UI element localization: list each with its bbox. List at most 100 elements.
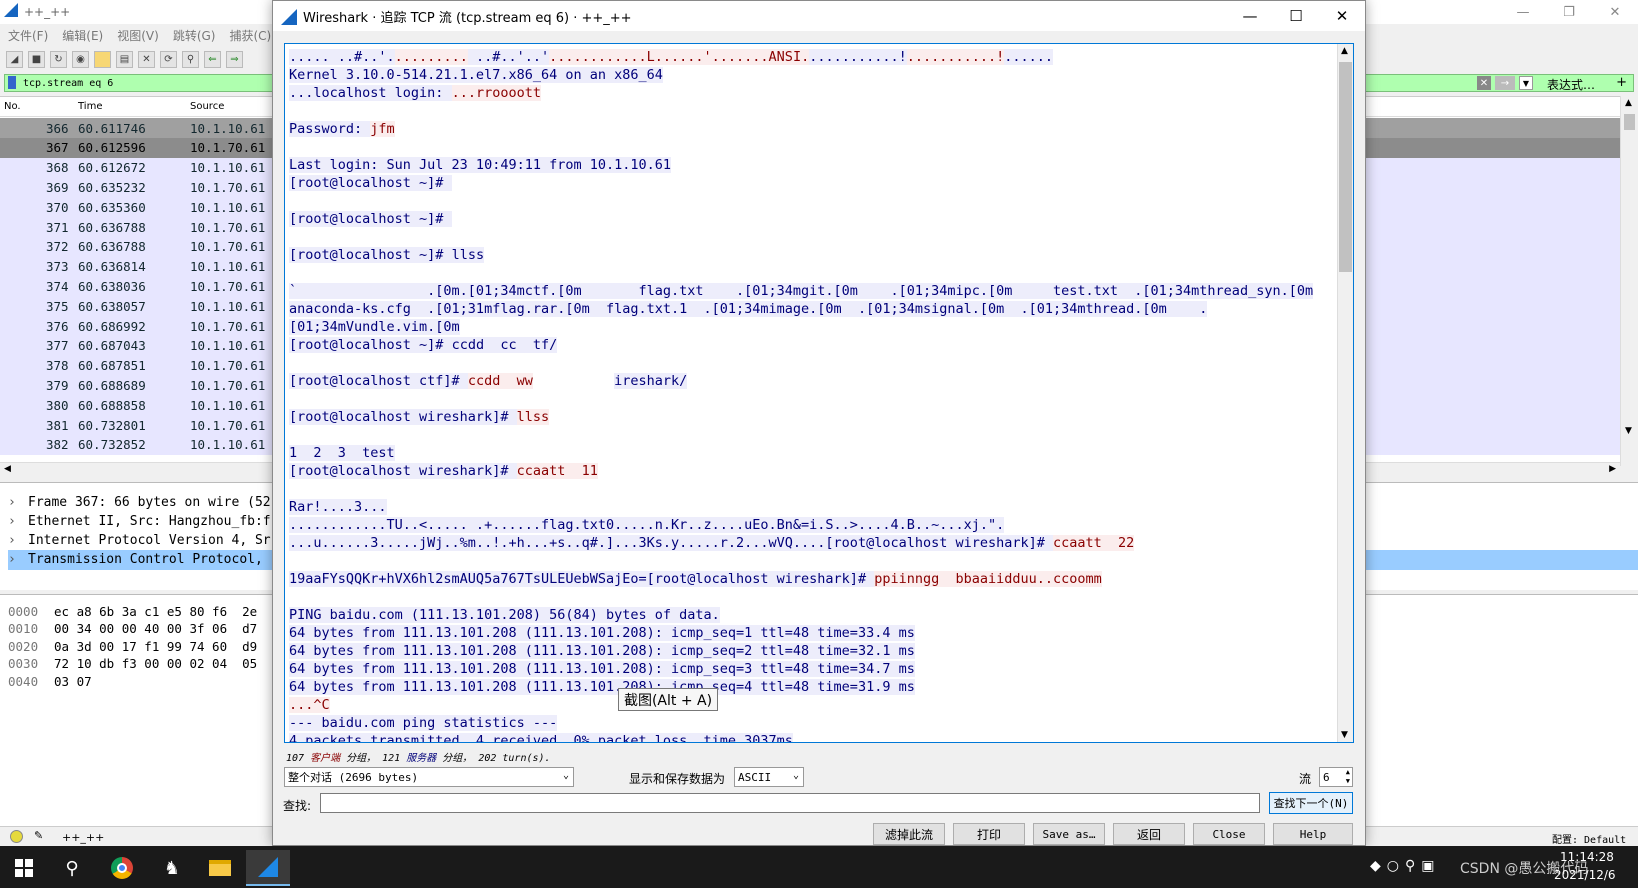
bytes-hex[interactable]: ec a8 6b 3a c1 e5 80 f6 2e (54, 604, 257, 619)
detail-text: Ethernet II, Src: Hangzhou_fb:f (28, 513, 271, 529)
clock-time[interactable]: 11:14:28 (1560, 850, 1614, 864)
stream-number-label: 流 (1299, 772, 1312, 786)
packet-no: 369 (46, 179, 69, 195)
go-back-icon[interactable]: ⇐ (204, 50, 221, 68)
tray-icons[interactable]: ◆○⚲▣ (1370, 858, 1440, 874)
server-segment: anaconda-ks.cfg .[01;31mflag.rar.[0m fla… (289, 301, 1208, 317)
apply-filter-icon[interactable]: → (1495, 76, 1515, 90)
stream-vscroll[interactable]: ▲ ▼ (1337, 44, 1353, 742)
expand-arrow-icon[interactable]: › (8, 514, 22, 529)
expert-info-icon[interactable] (10, 830, 23, 843)
packet-source: 10.1.10.61 (190, 199, 266, 215)
restart-capture-icon[interactable]: ↻ (50, 50, 67, 68)
save-as-button[interactable]: Save as… (1033, 823, 1105, 845)
stream-line: ..... ..#..'.......... ..#..'..'........… (289, 48, 1329, 66)
stream-content-area[interactable]: ..... ..#..'.......... ..#..'..'........… (284, 43, 1354, 743)
expand-arrow-icon[interactable]: › (8, 552, 22, 567)
packet-no: 379 (46, 377, 69, 393)
main-restore-button[interactable]: ❐ (1546, 0, 1592, 24)
packet-no: 367 (46, 140, 69, 156)
packet-no: 366 (46, 120, 69, 136)
find-packet-icon[interactable]: ⚲ (182, 50, 199, 68)
spin-arrows-icon[interactable]: ▲ ▼ (1346, 768, 1350, 786)
stream-line: 19aaFYsQQKr+hVX6hl2smAUQ5a767TsULEUebWSa… (289, 570, 1329, 588)
main-close-button[interactable]: ✕ (1592, 0, 1638, 24)
server-segment: Password: (289, 121, 371, 137)
reload-file-icon[interactable]: ⟳ (160, 50, 177, 68)
server-segment: 64 bytes from 111.13.101.208 (111.13.101… (289, 679, 915, 695)
detail-tree-item[interactable]: › Frame 367: 66 bytes on wire (52 (8, 492, 271, 512)
dialog-minimize-button[interactable]: — (1227, 1, 1273, 31)
filter-expression-button[interactable]: 表达式… (1547, 76, 1595, 93)
packet-time: 60.612596 (78, 140, 146, 156)
status-config[interactable]: 配置: Default (1552, 831, 1626, 846)
dialog-close-button[interactable]: ✕ (1319, 1, 1365, 31)
packet-list-vscroll[interactable]: ▲ ▼ (1620, 96, 1638, 466)
wireshark-taskbar-icon[interactable] (246, 850, 290, 886)
menu-view[interactable]: 视图(V) (117, 27, 159, 44)
chevron-down-icon: ⌄ (562, 770, 569, 781)
add-filter-button[interactable]: + (1616, 75, 1627, 90)
dialog-maximize-button[interactable]: ☐ (1273, 1, 1319, 31)
stop-capture-icon[interactable]: ■ (28, 50, 45, 68)
server-segment: [root@localhost wireshark]# (289, 463, 517, 479)
bytes-hex[interactable]: 00 34 00 00 40 00 3f 06 d7 (54, 621, 257, 636)
filter-out-stream-button[interactable]: 滤掉此流 (873, 823, 945, 845)
conversation-select[interactable]: 整个对话 (2696 bytes) ⌄ (284, 767, 574, 787)
menu-file[interactable]: 文件(F) (8, 27, 48, 44)
filter-history-icon[interactable]: ▼ (1519, 76, 1533, 90)
capture-options-icon[interactable]: ◉ (72, 50, 89, 68)
server-segment: 19aaFYsQQKr+hVX6hl2smAUQ5a767TsULEUebWSa… (289, 571, 875, 587)
server-segment: 1 2 3 test (289, 445, 395, 461)
back-button[interactable]: 返回 (1113, 823, 1185, 845)
close-button[interactable]: Close (1193, 823, 1265, 845)
clear-filter-icon[interactable]: ✕ (1477, 76, 1491, 90)
menu-go[interactable]: 跳转(G) (173, 27, 216, 44)
stream-line: 1 2 3 test (289, 444, 1329, 462)
detail-tree-item[interactable]: › Internet Protocol Version 4, Sr (8, 530, 271, 550)
col-source-header[interactable]: Source (190, 101, 224, 112)
save-file-icon[interactable]: ▤ (116, 50, 133, 68)
client-label: 客户端 (310, 753, 341, 764)
show-as-select[interactable]: ASCII ⌄ (734, 767, 804, 787)
packet-time: 60.688858 (78, 397, 146, 413)
client-segment: ...rroooott (451, 85, 541, 101)
bytes-hex[interactable]: 72 10 db f3 00 00 02 04 05 (54, 656, 257, 671)
chrome-icon[interactable] (100, 850, 144, 886)
expand-arrow-icon[interactable]: › (8, 495, 22, 510)
clock-date[interactable]: 2021/12/6 (1554, 868, 1616, 882)
display-filter-input[interactable]: tcp.stream eq 6 (23, 78, 113, 89)
col-no-header[interactable]: No. (4, 101, 21, 112)
server-segment: 64 bytes from 111.13.101.208 (111.13.101… (289, 661, 915, 677)
main-minimize-button[interactable]: — (1500, 0, 1546, 24)
bytes-hex[interactable]: 03 07 (54, 674, 92, 689)
app-icon[interactable]: ♞ (150, 850, 194, 886)
stream-text[interactable]: ..... ..#..'.......... ..#..'..'........… (289, 48, 1329, 742)
print-button[interactable]: 打印 (953, 823, 1025, 845)
stream-number-spinbox[interactable]: 6 ▲ ▼ (1319, 767, 1353, 787)
bytes-hex[interactable]: 0a 3d 00 17 f1 99 74 60 d9 (54, 639, 257, 654)
close-file-icon[interactable]: ✕ (138, 50, 155, 68)
open-file-icon[interactable] (94, 50, 111, 68)
stream-line: [root@localhost ~]# (289, 174, 1329, 192)
capture-comment-icon[interactable]: ✎ (34, 829, 43, 842)
menu-capture[interactable]: 捕获(C) (229, 27, 271, 44)
detail-tree-item[interactable]: › Ethernet II, Src: Hangzhou_fb:f (8, 511, 271, 531)
stream-line: Rar!....3... (289, 498, 1329, 516)
expand-arrow-icon[interactable]: › (8, 533, 22, 548)
find-input[interactable] (320, 793, 1260, 813)
server-segment: [root@localhost ~]# (289, 337, 452, 353)
col-time-header[interactable]: Time (78, 101, 102, 112)
bookmark-icon[interactable] (8, 76, 16, 89)
go-forward-icon[interactable]: ⇒ (226, 50, 243, 68)
file-explorer-icon[interactable] (198, 850, 242, 886)
stream-line (289, 390, 1329, 408)
start-icon[interactable] (2, 850, 46, 886)
find-next-button[interactable]: 查找下一个(N) (1269, 792, 1353, 814)
search-icon[interactable]: ⚲ (50, 850, 94, 886)
start-capture-icon[interactable]: ◢ (6, 50, 23, 68)
stream-line: --- baidu.com ping statistics --- (289, 714, 1329, 732)
help-button[interactable]: Help (1273, 823, 1353, 845)
server-segment: --- baidu.com ping statistics --- (289, 715, 558, 731)
menu-edit[interactable]: 编辑(E) (62, 27, 103, 44)
